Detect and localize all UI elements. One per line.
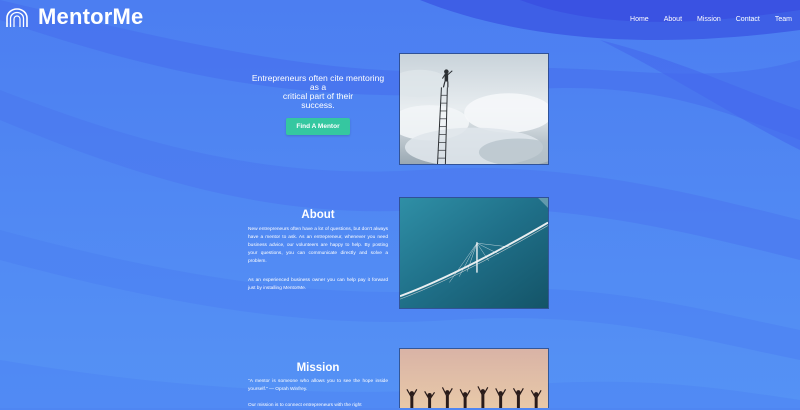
bridge-sea-image [400, 198, 548, 308]
nav-home-link[interactable]: Home [630, 16, 649, 23]
site-header: MentorMe Home About Mission Contact Team [0, 0, 800, 40]
about-paragraph-1: New entrepreneurs often have a lot of qu… [248, 227, 388, 264]
hero-image [399, 53, 549, 165]
nav-team-link[interactable]: Team [775, 16, 792, 23]
mission-image [399, 348, 549, 408]
find-a-mentor-button[interactable]: Find A Mentor [286, 118, 350, 135]
mission-quote: "A mentor is someone who allows you to s… [248, 379, 388, 392]
nav-contact-link[interactable]: Contact [736, 16, 760, 23]
jumping-silhouettes-image [400, 349, 548, 408]
about-image [399, 197, 549, 309]
hero-tagline: Entrepreneurs often cite mentoring as a … [251, 73, 385, 110]
nav-about-link[interactable]: About [664, 16, 682, 23]
mission-paragraph: Our mission is to connect entrepreneurs … [248, 403, 362, 408]
brand-name[interactable]: MentorMe [38, 4, 144, 30]
main-nav: Home About Mission Contact Team [615, 16, 792, 23]
mission-heading: Mission [296, 362, 340, 374]
arch-logo-icon[interactable] [5, 8, 29, 28]
page-content: Entrepreneurs often cite mentoring as a … [0, 0, 800, 408]
ladder-clouds-image [400, 54, 548, 164]
nav-mission-link[interactable]: Mission [697, 16, 721, 23]
about-heading: About [301, 209, 335, 221]
about-paragraph-2: As an experienced business owner you can… [248, 278, 388, 291]
